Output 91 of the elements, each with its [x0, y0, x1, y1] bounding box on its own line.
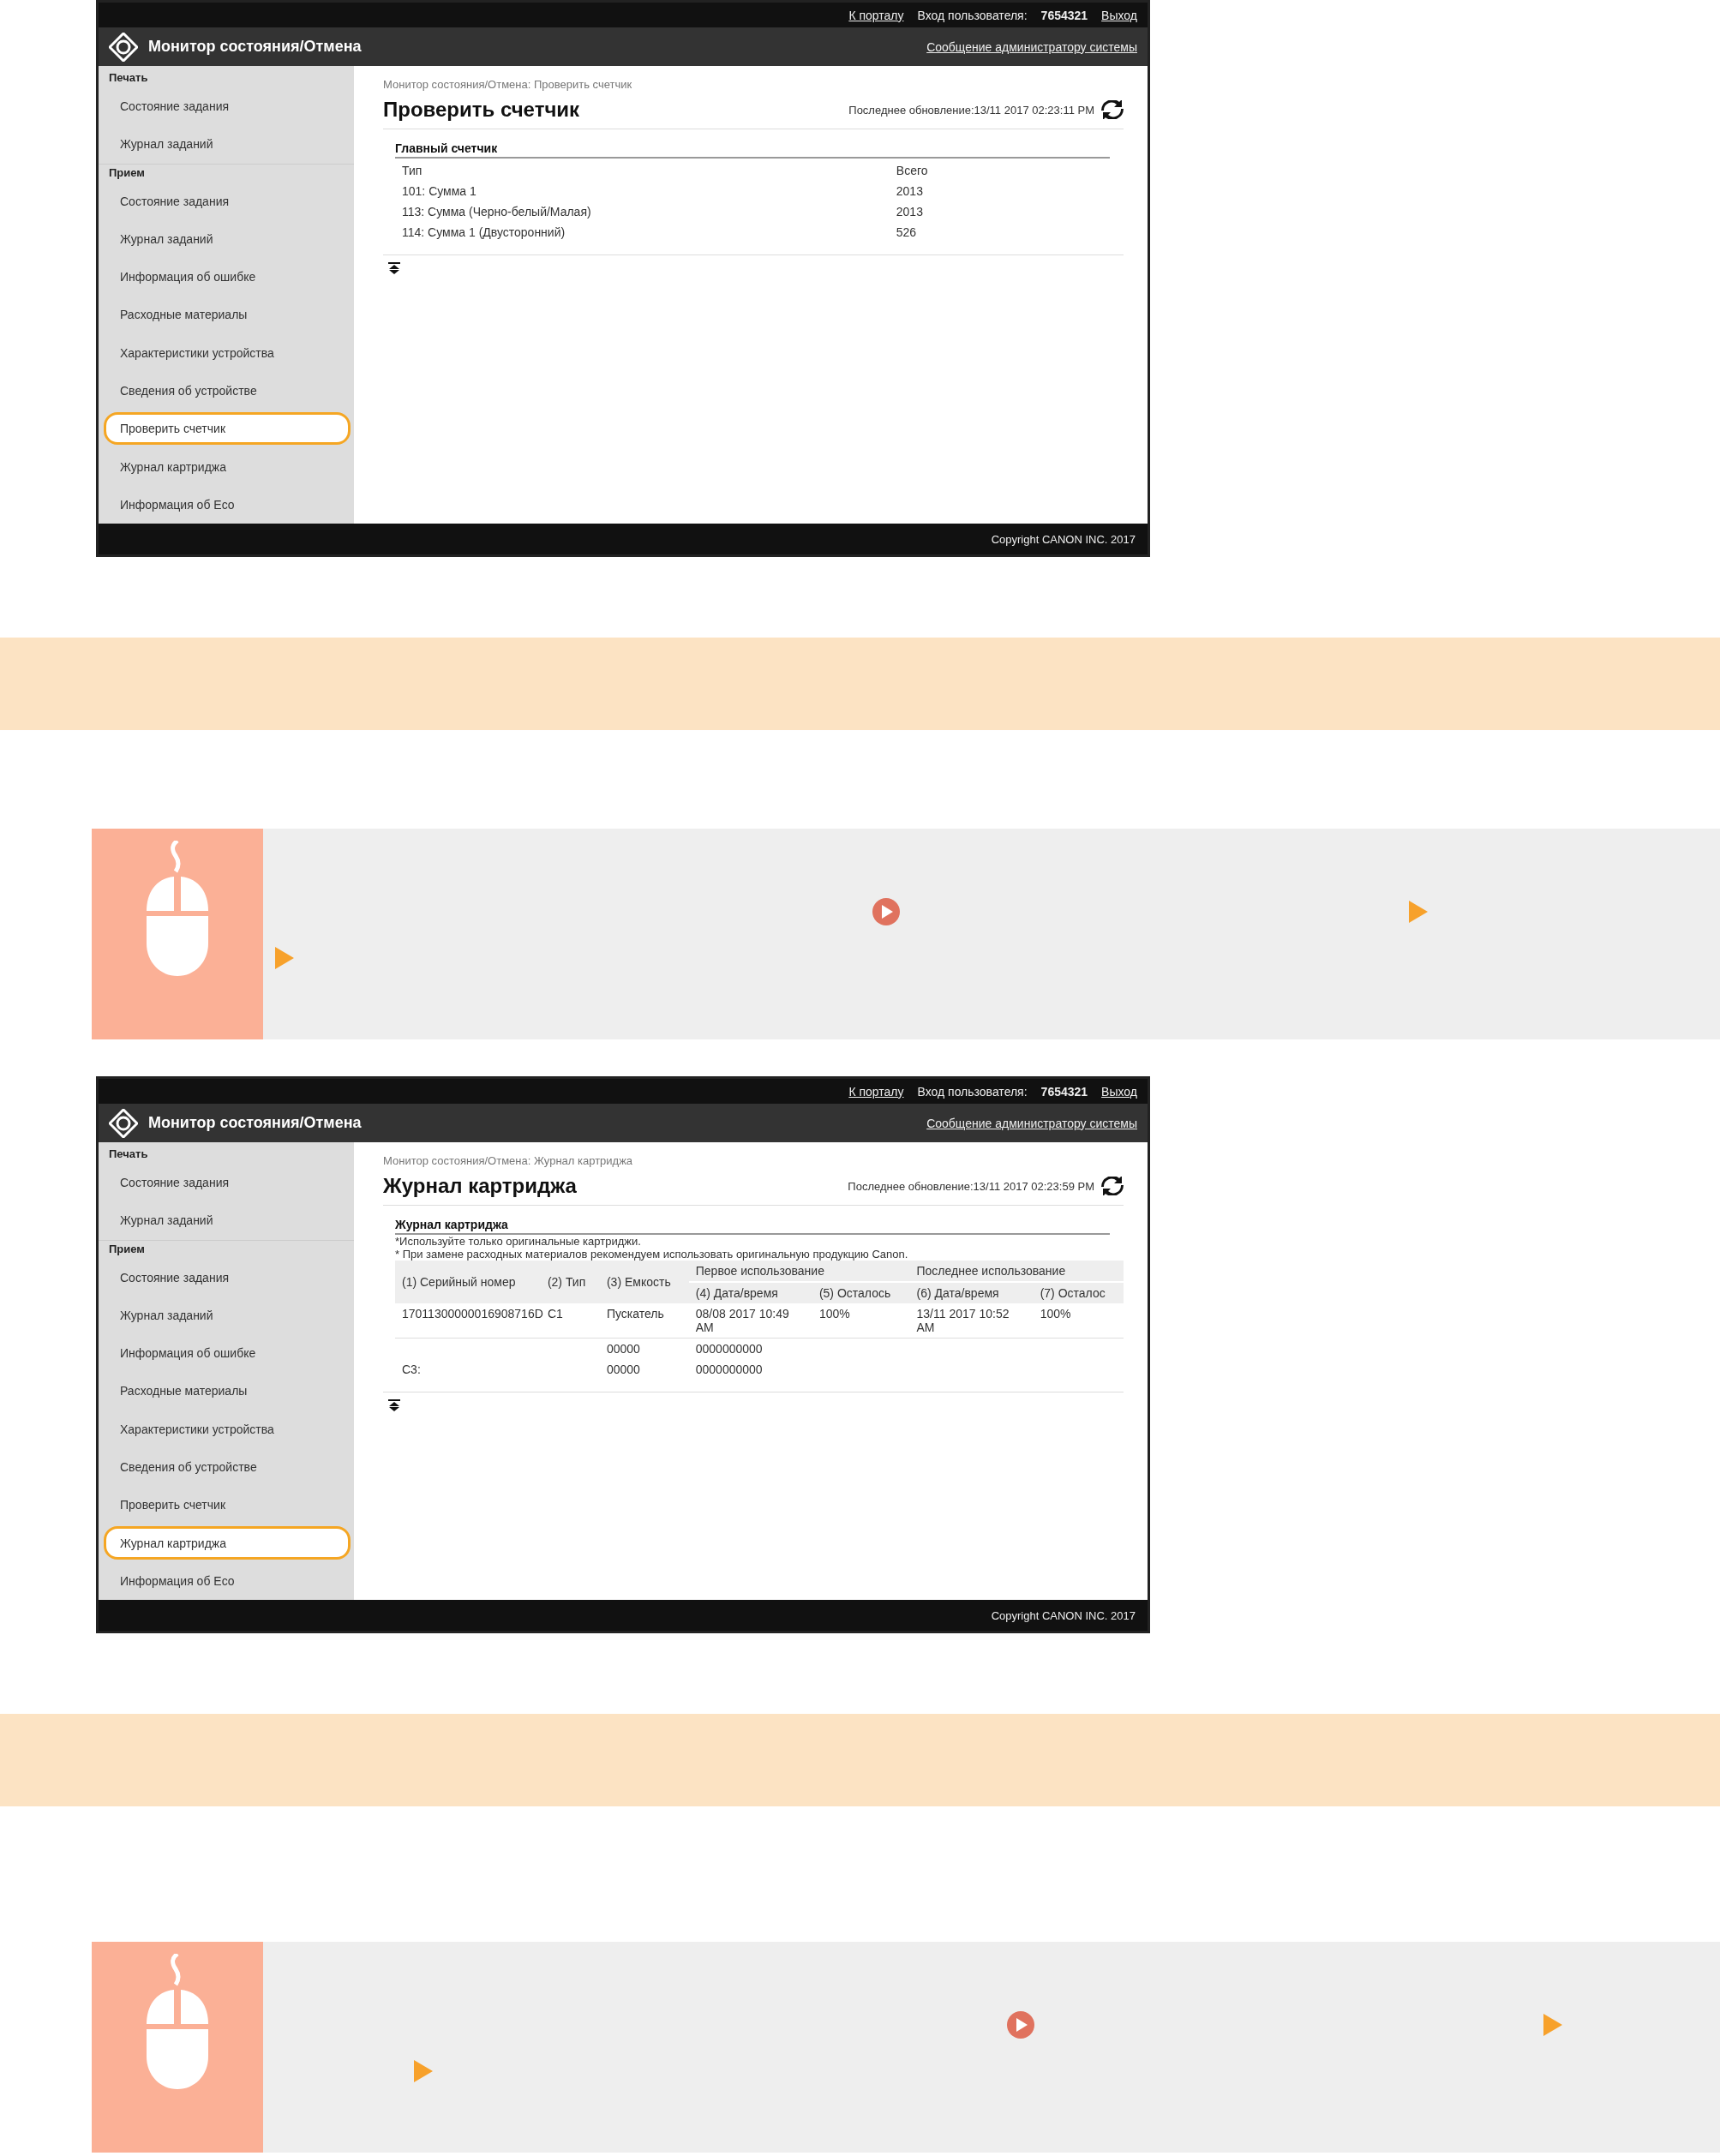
- table-cell: Пускатель: [606, 1307, 664, 1321]
- sidebar-item[interactable]: Состояние задания: [104, 1261, 351, 1294]
- sidebar-item[interactable]: Расходные материалы: [104, 298, 351, 332]
- top-link[interactable]: К порталу: [848, 8, 904, 22]
- sidebar-item[interactable]: Информация об ошибке: [104, 261, 351, 294]
- column-group-header: Последнее использование: [909, 1261, 1124, 1282]
- sidebar-item[interactable]: Журнал заданий: [104, 1204, 351, 1237]
- arrow-icon: [275, 947, 294, 969]
- sidebar-item[interactable]: Журнал заданий: [104, 1298, 351, 1333]
- top-link[interactable]: Выход: [1101, 8, 1137, 22]
- last-updated: Последнее обновление:13/11 2017 02:23:59 PM: [848, 1179, 1094, 1193]
- breadcrumb: Монитор состояния/Отмена: Проверить счетчик: [383, 78, 633, 91]
- sidebar-item[interactable]: Состояние задания: [104, 1166, 351, 1200]
- link-icon[interactable]: [1007, 2011, 1034, 2039]
- sidebar-item[interactable]: Проверить счетчик: [104, 412, 351, 446]
- top-link[interactable]: Выход: [1101, 1084, 1137, 1099]
- note-text: *Используйте только оригинальные картриджи.: [395, 1235, 642, 1248]
- sidebar-item[interactable]: Сведения об устройстве: [104, 374, 351, 408]
- app-title: Монитор состояния/Отмена: [148, 38, 363, 56]
- sidebar-item[interactable]: Информация об Eco: [104, 488, 351, 521]
- sidebar-group-label: Печать: [109, 71, 148, 84]
- sidebar-item[interactable]: Проверить счетчик: [104, 1488, 351, 1522]
- copyright: Copyright CANON INC. 2017: [991, 532, 1136, 546]
- user-label: 7654321: [1040, 8, 1088, 22]
- sidebar-item[interactable]: Информация об Eco: [104, 1564, 351, 1597]
- user-label: Вход пользователя:: [917, 8, 1028, 22]
- column-header: (4) Дата/время: [688, 1282, 812, 1303]
- table-cell: 00000: [606, 1342, 640, 1356]
- user-label: Вход пользователя:: [917, 1084, 1028, 1099]
- table-cell-text: 2013: [895, 183, 924, 200]
- column-header: (3) Емкость: [599, 1261, 689, 1303]
- column-header: (5) Осталось: [812, 1282, 910, 1303]
- arrow-icon: [1543, 2014, 1562, 2036]
- sidebar-item[interactable]: Состояние задания: [104, 90, 351, 123]
- sidebar-item[interactable]: Сведения об устройстве: [104, 1450, 351, 1484]
- column-header: (1) Серийный номер: [395, 1261, 541, 1303]
- admin-message-link[interactable]: Сообщение администратору системы: [926, 39, 1137, 54]
- column-header: Всего: [895, 163, 929, 179]
- logo-icon: [109, 32, 138, 62]
- table-cell-text: 101: Сумма 1: [401, 183, 477, 200]
- page-top-icon[interactable]: [388, 1399, 400, 1411]
- column-header: (7) Осталос: [1033, 1282, 1124, 1303]
- sidebar-item[interactable]: Журнал заданий: [104, 128, 351, 161]
- table-cell: C3:: [402, 1362, 421, 1376]
- column-header: (2) Тип: [540, 1261, 600, 1303]
- table-cell: 08/08 2017 10:49 AM: [695, 1307, 789, 1334]
- column-header: Тип: [401, 163, 423, 179]
- refresh-icon[interactable]: [1101, 1177, 1124, 1195]
- arrow-icon: [414, 2060, 433, 2082]
- table-cell: 0000000000: [695, 1342, 763, 1356]
- page-top-icon[interactable]: [388, 262, 400, 274]
- table-cell: 100%: [1040, 1307, 1071, 1321]
- sidebar-item[interactable]: Журнал картриджа: [104, 450, 351, 483]
- admin-message-link[interactable]: Сообщение администратору системы: [926, 1116, 1137, 1130]
- last-updated: Последнее обновление:13/11 2017 02:23:11 PM: [848, 103, 1094, 117]
- sidebar-group-label: Печать: [109, 1147, 148, 1160]
- table-cell: C1: [547, 1307, 563, 1321]
- table-cell-text: 114: Сумма 1 (Двусторонний): [401, 225, 566, 241]
- column-header: (6) Дата/время: [909, 1282, 1034, 1303]
- section-title: Главный счетчик: [395, 141, 1110, 159]
- table-cell: 100%: [818, 1307, 850, 1321]
- sidebar-item[interactable]: Характеристики устройства: [104, 336, 351, 369]
- copyright: Copyright CANON INC. 2017: [991, 1608, 1136, 1622]
- table-cell-text: 2013: [895, 204, 924, 220]
- sidebar-item[interactable]: Расходные материалы: [104, 1374, 351, 1408]
- sidebar-item[interactable]: Журнал картриджа: [104, 1526, 351, 1560]
- sidebar-group-label: Прием: [109, 1242, 145, 1255]
- logo-icon: [109, 1108, 138, 1138]
- table-cell: 00000: [606, 1362, 640, 1376]
- refresh-icon[interactable]: [1101, 100, 1124, 119]
- sidebar-item[interactable]: Журнал заданий: [104, 222, 351, 256]
- user-label: 7654321: [1040, 1084, 1088, 1099]
- table-cell-text: 113: Сумма (Черно-белый/Малая): [401, 204, 592, 220]
- column-group-header: Первое использование: [688, 1261, 910, 1282]
- page-title: Журнал картриджа: [383, 1174, 578, 1198]
- table-cell: 0000000000: [695, 1362, 763, 1376]
- app-title: Монитор состояния/Отмена: [148, 1114, 363, 1132]
- table-cell: 13/11 2017 10:52 AM: [916, 1307, 1010, 1334]
- sidebar-item[interactable]: Характеристики устройства: [104, 1412, 351, 1446]
- breadcrumb: Монитор состояния/Отмена: Журнал картриджа: [383, 1154, 634, 1167]
- table-cell-text: 526: [895, 225, 918, 241]
- table-cell: 17011300000016908716D: [402, 1307, 543, 1321]
- section-title: Журнал картриджа: [395, 1218, 1110, 1235]
- link-icon[interactable]: [872, 898, 900, 925]
- sidebar-item[interactable]: Информация об ошибке: [104, 1337, 351, 1370]
- arrow-icon: [1409, 901, 1428, 923]
- note-text: * При замене расходных материалов рекомендуем использовать оригинальную продукцию Canon.: [395, 1248, 909, 1261]
- top-link[interactable]: К порталу: [848, 1084, 904, 1099]
- sidebar-group-label: Прием: [109, 165, 145, 179]
- page-title: Проверить счетчик: [383, 98, 581, 122]
- sidebar-item[interactable]: Состояние задания: [104, 184, 351, 218]
